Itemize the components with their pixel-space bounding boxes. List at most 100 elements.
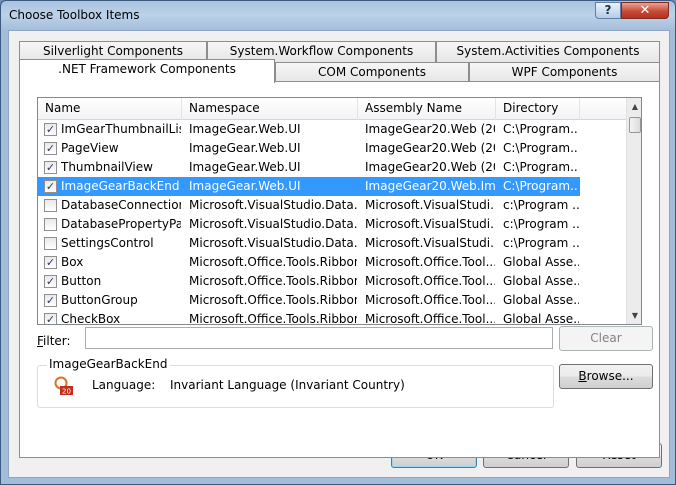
list-item[interactable]: ✓ ImGearThumbnailList ImageGear.Web.UI Imag… [38,120,580,139]
cell-directory: c:\Program ... [503,198,579,212]
browse-button[interactable]: Browse... [559,364,653,389]
item-checkbox[interactable]: ✓ [44,123,57,136]
list-item[interactable]: DatabasePropertyPa... Microsoft.VisualStu… [38,215,580,234]
list-item[interactable]: SettingsControl Microsoft.VisualStudio.Da… [38,234,580,253]
cell-directory: Global Asse... [503,293,579,307]
list-item[interactable]: DatabaseConnection... Microsoft.VisualStu… [38,196,580,215]
cell-assembly: ImageGear20.Web.Im... [365,179,495,193]
component-icon: 20 [54,376,73,396]
item-checkbox[interactable]: ✓ [44,256,57,269]
help-button[interactable]: ? [595,2,621,19]
item-checkbox[interactable]: ✓ [44,313,57,325]
help-icon: ? [604,3,612,17]
cell-name: ImageGearBackEnd [61,179,180,193]
checkmark-icon: ✓ [45,294,56,307]
tab-com[interactable]: COM Components [275,62,469,83]
cell-assembly: Microsoft.Office.Tool... [365,293,495,307]
clear-button[interactable]: Clear [559,326,653,351]
item-checkbox[interactable] [44,218,57,231]
item-checkbox[interactable]: ✓ [44,294,57,307]
cell-namespace: Microsoft.Office.Tools.Ribbon [189,312,357,325]
item-checkbox[interactable] [44,237,57,250]
cell-directory: Global Asse... [503,312,579,325]
filter-input[interactable] [85,327,553,349]
cell-assembly: ImageGear20.Web (20... [365,160,495,174]
checkmark-icon: ✓ [45,123,56,136]
scroll-thumb[interactable] [629,117,641,133]
item-checkbox[interactable]: ✓ [44,180,57,193]
list-item[interactable]: ✓ ThumbnailView ImageGear.Web.UI ImageGear2… [38,158,580,177]
dialog-client: Silverlight Components System.Workflow C… [8,30,670,478]
cell-directory: c:\Program ... [503,217,579,231]
cell-name: SettingsControl [61,236,154,250]
item-checkbox[interactable] [44,199,57,212]
vertical-scrollbar[interactable]: ▲ ▼ [626,98,641,324]
column-header-namespace[interactable]: Namespace [182,98,358,120]
tab-wpf[interactable]: WPF Components [469,62,660,83]
cell-namespace: Microsoft.Office.Tools.Ribbon [189,255,357,269]
cell-name: PageView [61,141,119,155]
scroll-up-icon[interactable]: ▲ [627,98,641,115]
list-item[interactable]: ✓ ButtonGroup Microsoft.Office.Tools.Ribbo… [38,291,580,310]
list-header: Name Namespace Assembly Name Directory [38,98,626,120]
cell-assembly: ImageGear20.Web (20... [365,122,495,136]
language-label: Language: [92,378,156,392]
cell-assembly: Microsoft.Office.Tool... [365,274,495,288]
cell-assembly: Microsoft.Office.Tool... [365,255,495,269]
cell-assembly: Microsoft.VisualStudi... [365,217,495,231]
cell-assembly: Microsoft.VisualStudi... [365,198,495,212]
svg-text:20: 20 [62,388,71,396]
checkmark-icon: ✓ [45,275,56,288]
cell-namespace: Microsoft.VisualStudio.Data.... [189,198,357,212]
title-bar[interactable]: Choose Toolbox Items ? ✕ [1,1,675,31]
checkmark-icon: ✓ [45,256,56,269]
component-info-group: ImageGearBackEnd 20 Language: Invariant … [37,357,554,408]
tab-panel: Name Namespace Assembly Name Directory ✓… [19,81,660,458]
column-header-directory[interactable]: Directory [496,98,580,120]
cell-directory: C:\Program... [503,122,579,136]
cell-namespace: ImageGear.Web.UI [189,179,301,193]
cell-directory: Global Asse... [503,274,579,288]
column-header-name[interactable]: Name [38,98,182,120]
cell-namespace: Microsoft.VisualStudio.Data.... [189,217,357,231]
cell-directory: C:\Program... [503,141,579,155]
cell-assembly: Microsoft.VisualStudi... [365,236,495,250]
language-value: Invariant Language (Invariant Country) [170,378,405,392]
item-checkbox[interactable]: ✓ [44,142,57,155]
window-title: Choose Toolbox Items [9,8,140,22]
column-header-assembly[interactable]: Assembly Name [358,98,496,120]
list-item[interactable]: ✓ ImageGearBackEnd ImageGear.Web.UI ImageGe… [38,177,580,196]
tab-system-activities[interactable]: System.Activities Components [436,41,660,62]
list-item[interactable]: ✓ CheckBox Microsoft.Office.Tools.Ribbon Mi… [38,310,580,325]
checkmark-icon: ✓ [45,313,56,325]
cell-name: ButtonGroup [61,293,138,307]
cell-namespace: ImageGear.Web.UI [189,160,301,174]
scroll-down-icon[interactable]: ▼ [627,307,641,324]
cell-directory: C:\Program... [503,160,579,174]
cell-directory: c:\Program ... [503,236,579,250]
cell-directory: Global Asse... [503,255,579,269]
tab-net-framework[interactable]: .NET Framework Components [19,59,275,83]
cell-name: ImGearThumbnailList [61,122,181,136]
checkmark-icon: ✓ [45,161,56,174]
component-info-title: ImageGearBackEnd [47,357,170,371]
cell-name: Box [61,255,84,269]
cell-name: DatabaseConnection... [61,198,181,212]
item-checkbox[interactable]: ✓ [44,161,57,174]
components-list[interactable]: Name Namespace Assembly Name Directory ✓… [37,97,642,325]
cell-directory: C:\Program... [503,179,579,193]
cell-assembly: Microsoft.Office.Tool... [365,312,495,325]
item-checkbox[interactable]: ✓ [44,275,57,288]
cell-namespace: Microsoft.Office.Tools.Ribbon [189,274,357,288]
list-item[interactable]: ✓ Button Microsoft.Office.Tools.Ribbon Micr… [38,272,580,291]
filter-label: Filter: [37,334,71,348]
close-button[interactable]: ✕ [621,2,669,19]
list-item[interactable]: ✓ Box Microsoft.Office.Tools.Ribbon Microso… [38,253,580,272]
cell-namespace: Microsoft.Office.Tools.Ribbon [189,293,357,307]
list-item[interactable]: ✓ PageView ImageGear.Web.UI ImageGear20.Web… [38,139,580,158]
cell-name: ThumbnailView [61,160,153,174]
cell-namespace: ImageGear.Web.UI [189,122,301,136]
checkmark-icon: ✓ [45,180,56,193]
cell-assembly: ImageGear20.Web (20... [365,141,495,155]
cell-name: DatabasePropertyPa... [61,217,181,231]
